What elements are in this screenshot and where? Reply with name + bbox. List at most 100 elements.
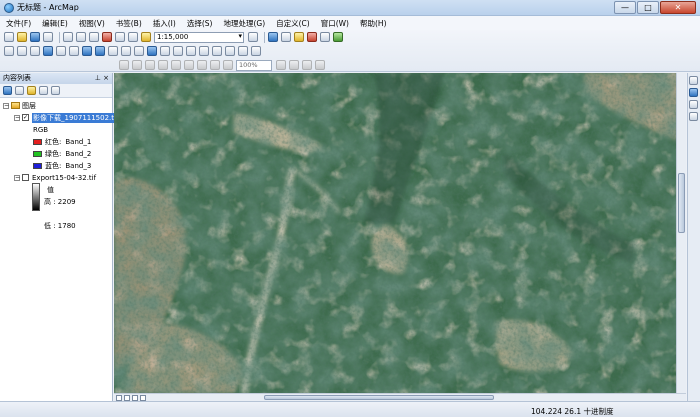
- collapse-icon[interactable]: −: [14, 174, 20, 181]
- layout-pan-icon[interactable]: [145, 60, 155, 70]
- editor-toolbar-icon[interactable]: [248, 32, 258, 42]
- menu-geoprocessing[interactable]: 地理处理(G): [223, 18, 265, 29]
- undo-icon[interactable]: [115, 32, 125, 42]
- menu-bookmarks[interactable]: 书签(B): [116, 18, 142, 29]
- band-label-green: 绿色:: [45, 149, 62, 158]
- menu-insert[interactable]: 插入(I): [153, 18, 176, 29]
- model-builder-icon[interactable]: [333, 32, 343, 42]
- html-popup-icon[interactable]: [173, 46, 183, 56]
- menu-help[interactable]: 帮助(H): [360, 18, 387, 29]
- layout-zoom-in-icon[interactable]: [119, 60, 129, 70]
- layer-name-export[interactable]: Export15-04-32.tif: [32, 174, 96, 182]
- select-elements-icon[interactable]: [134, 46, 144, 56]
- identify-icon[interactable]: [147, 46, 157, 56]
- band-label-red: 红色:: [45, 137, 62, 146]
- clear-selection-icon[interactable]: [121, 46, 131, 56]
- layer-visibility-checkbox[interactable]: [22, 174, 29, 181]
- measure-icon[interactable]: [186, 46, 196, 56]
- layer-row-image[interactable]: − ✓ 影像下载_1907111502.tif: [14, 112, 120, 123]
- pan-icon[interactable]: [30, 46, 40, 56]
- map-vertical-scrollbar[interactable]: [676, 73, 686, 393]
- zoom-in-icon[interactable]: [4, 46, 14, 56]
- catalog-icon[interactable]: [281, 32, 291, 42]
- pause-drawing-icon[interactable]: [140, 394, 146, 401]
- refresh-icon[interactable]: [132, 394, 138, 401]
- delete-icon[interactable]: [102, 32, 112, 42]
- zoom-out-icon[interactable]: [17, 46, 27, 56]
- go-back-extent-icon[interactable]: [82, 46, 92, 56]
- table-of-contents-icon[interactable]: [268, 32, 278, 42]
- layer-visibility-checkbox[interactable]: ✓: [22, 114, 29, 121]
- scrollbar-thumb[interactable]: [678, 173, 685, 233]
- close-button[interactable]: ✕: [660, 1, 696, 14]
- paste-icon[interactable]: [89, 32, 99, 42]
- catalog-dock-icon[interactable]: [689, 76, 698, 85]
- copy-icon[interactable]: [76, 32, 86, 42]
- data-view-icon[interactable]: [116, 394, 122, 401]
- list-by-source-icon[interactable]: [15, 86, 24, 95]
- layout-view-icon[interactable]: [124, 394, 130, 401]
- add-data-icon[interactable]: [141, 32, 151, 42]
- list-by-visibility-icon[interactable]: [27, 86, 36, 95]
- full-extent-icon[interactable]: [43, 46, 53, 56]
- toc-window-buttons[interactable]: ⊥ ×: [95, 73, 109, 84]
- horizontal-scrollbar-thumb[interactable]: [264, 395, 494, 400]
- fixed-zoom-in-icon[interactable]: [56, 46, 66, 56]
- menu-selection[interactable]: 选择(S): [187, 18, 213, 29]
- collapse-icon[interactable]: −: [14, 114, 20, 121]
- collapse-icon[interactable]: −: [3, 102, 9, 109]
- arcmap-app-icon: [4, 2, 14, 13]
- layer-row-export[interactable]: − Export15-04-32.tif: [14, 173, 96, 182]
- open-folder-icon[interactable]: [17, 32, 27, 42]
- save-icon[interactable]: [30, 32, 40, 42]
- layer-name-image[interactable]: 影像下载_1907111502.tif: [32, 112, 120, 123]
- layout-fixed-zoom-in-icon[interactable]: [184, 60, 194, 70]
- print-icon[interactable]: [43, 32, 53, 42]
- go-forward-extent-icon[interactable]: [95, 46, 105, 56]
- zoom-100-icon[interactable]: [171, 60, 181, 70]
- map-scale-dropdown[interactable]: 1:15,000: [154, 31, 244, 43]
- new-document-icon[interactable]: [4, 32, 14, 42]
- list-by-selection-icon[interactable]: [39, 86, 48, 95]
- time-slider-icon[interactable]: [238, 46, 248, 56]
- focus-data-frame-icon[interactable]: [289, 60, 299, 70]
- data-driven-pages-icon[interactable]: [315, 60, 325, 70]
- minimize-button[interactable]: —: [614, 1, 636, 14]
- fixed-zoom-out-icon[interactable]: [69, 46, 79, 56]
- arctoolbox-icon[interactable]: [307, 32, 317, 42]
- map-view[interactable]: [114, 73, 686, 393]
- menu-file[interactable]: 文件(F): [6, 18, 31, 29]
- go-to-xy-icon[interactable]: [225, 46, 235, 56]
- cut-icon[interactable]: [63, 32, 73, 42]
- toolbox-dock-icon[interactable]: [689, 100, 698, 109]
- map-bottom-bar: [114, 393, 686, 401]
- change-layout-icon[interactable]: [302, 60, 312, 70]
- menu-customize[interactable]: 自定义(C): [276, 18, 310, 29]
- list-by-drawing-order-icon[interactable]: [3, 86, 12, 95]
- find-icon[interactable]: [199, 46, 209, 56]
- search-window-icon[interactable]: [294, 32, 304, 42]
- band-row-green: 绿色: Band_2: [33, 149, 91, 158]
- select-features-icon[interactable]: [108, 46, 118, 56]
- hyperlink-icon[interactable]: [160, 46, 170, 56]
- layout-zoom-out-icon[interactable]: [132, 60, 142, 70]
- results-dock-icon[interactable]: [689, 112, 698, 121]
- layout-zoom-dropdown[interactable]: 100%: [236, 59, 272, 71]
- toc-options-icon[interactable]: [51, 86, 60, 95]
- search-dock-icon[interactable]: [689, 88, 698, 97]
- layout-fixed-zoom-out-icon[interactable]: [197, 60, 207, 70]
- layout-back-icon[interactable]: [210, 60, 220, 70]
- viewer-window-icon[interactable]: [251, 46, 261, 56]
- zoom-whole-page-icon[interactable]: [158, 60, 168, 70]
- find-route-icon[interactable]: [212, 46, 222, 56]
- layers-group-row[interactable]: − 图层: [3, 101, 36, 110]
- menu-edit[interactable]: 编辑(E): [42, 18, 68, 29]
- menu-windows[interactable]: 窗口(W): [321, 18, 349, 29]
- redo-icon[interactable]: [128, 32, 138, 42]
- layout-forward-icon[interactable]: [223, 60, 233, 70]
- toggle-draft-mode-icon[interactable]: [276, 60, 286, 70]
- render-type-label: RGB: [33, 125, 49, 134]
- python-window-icon[interactable]: [320, 32, 330, 42]
- maximize-button[interactable]: □: [637, 1, 659, 14]
- menu-view[interactable]: 视图(V): [79, 18, 105, 29]
